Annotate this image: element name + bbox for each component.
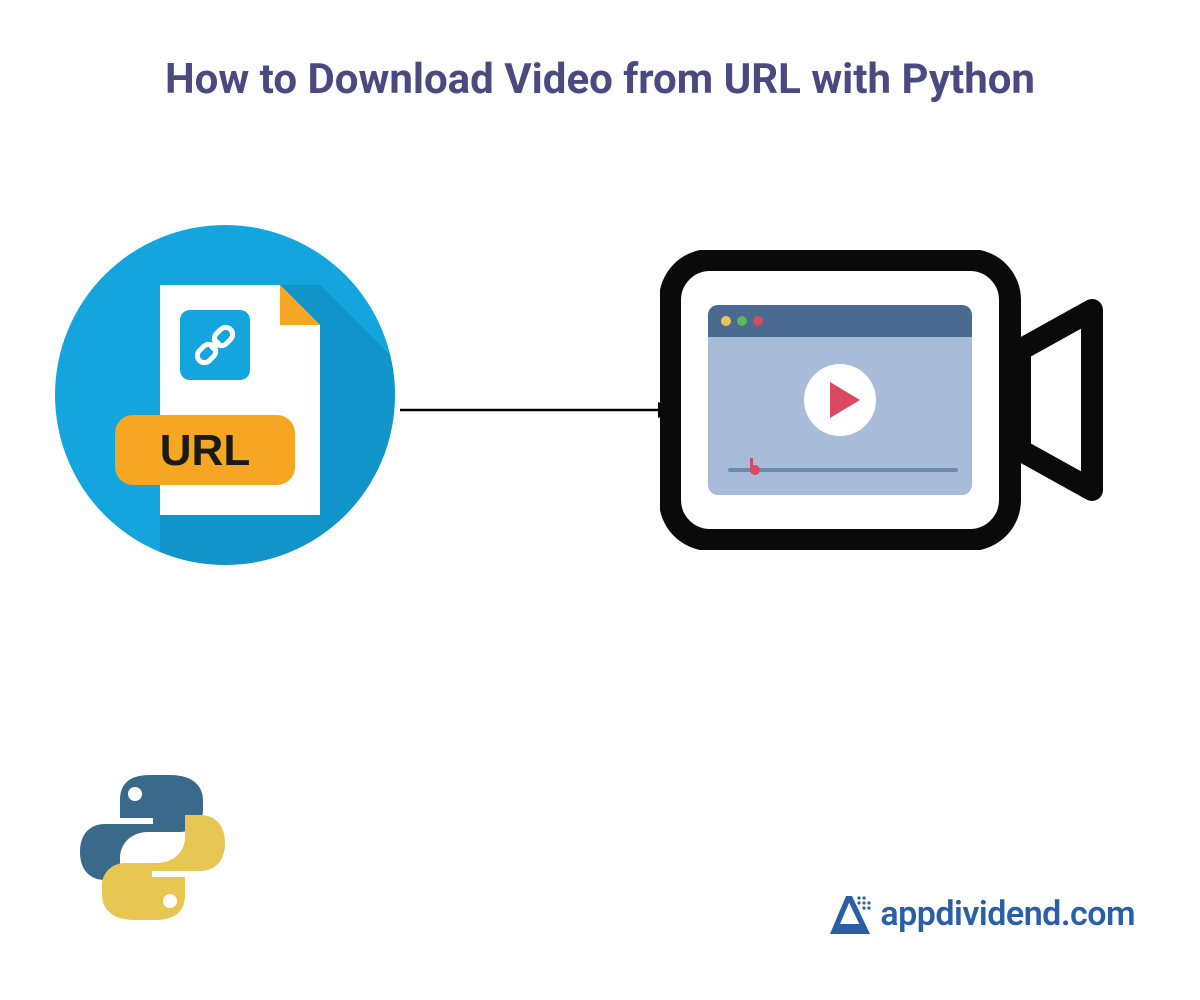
brand-mark-icon: [822, 888, 874, 940]
url-label-text: URL: [160, 426, 250, 475]
arrow-icon: [400, 400, 680, 420]
brand-logo: appdividend.com: [822, 888, 1135, 940]
brand-name: appdividend.com: [880, 894, 1135, 934]
video-player-icon: [660, 250, 1110, 550]
page-title: How to Download Video from URL with Pyth…: [0, 55, 1200, 104]
python-logo-icon: [75, 770, 230, 925]
url-file-icon: URL: [55, 225, 395, 565]
